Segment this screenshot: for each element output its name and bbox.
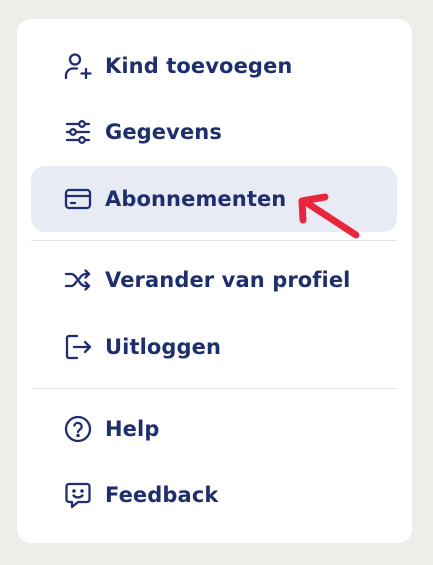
help-circle-icon <box>63 414 93 444</box>
menu-item-label: Kind toevoegen <box>105 54 293 78</box>
menu-item-gegevens[interactable]: Gegevens <box>31 99 397 165</box>
menu-item-label: Abonnementen <box>105 187 287 211</box>
menu-item-label: Uitloggen <box>105 335 222 359</box>
menu-item-uitloggen[interactable]: Uitloggen <box>31 314 397 380</box>
menu-item-kind-toevoegen[interactable]: Kind toevoegen <box>31 33 397 99</box>
credit-card-icon <box>63 184 93 214</box>
shuffle-icon <box>63 265 93 295</box>
feedback-icon <box>63 480 93 510</box>
menu-item-label: Help <box>105 417 160 441</box>
sliders-icon <box>63 117 93 147</box>
menu-item-label: Feedback <box>105 483 219 507</box>
menu-item-verander-van-profiel[interactable]: Verander van profiel <box>31 247 397 313</box>
menu-item-label: Verander van profiel <box>105 268 351 292</box>
account-menu: Kind toevoegen Gegevens Abonnementen Ver… <box>17 19 412 543</box>
add-user-icon <box>63 51 93 81</box>
menu-item-feedback[interactable]: Feedback <box>31 462 397 528</box>
menu-divider <box>31 388 397 389</box>
menu-item-label: Gegevens <box>105 120 222 144</box>
menu-item-help[interactable]: Help <box>31 396 397 462</box>
annotation-arrow-icon <box>298 193 360 239</box>
logout-icon <box>63 332 93 362</box>
